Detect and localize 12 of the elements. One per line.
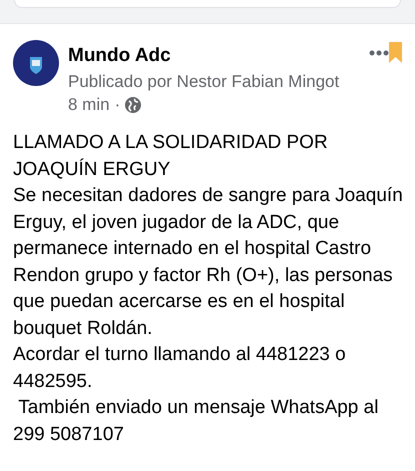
- post-time[interactable]: 8 min: [68, 94, 110, 116]
- post-paragraph: Se necesitan dadores de sangre para Joaquín Erguy, el joven jugador de la ADC, que permanece internado en el hospital Castro Rendon grupo y factor Rh (O+), las personas que puedan acercarse es en el hospital bouquet Roldán.: [13, 184, 404, 340]
- globe-icon: [125, 97, 142, 113]
- separator-dot: ·: [114, 94, 120, 116]
- post-paragraph: Acordar el turno llamando al 4481223 o 4482595.: [13, 343, 347, 394]
- avatar-icon[interactable]: [13, 40, 59, 86]
- post-paragraph: LLAMADO A LA SOLIDARIDAD POR JOAQUÍN ERGUY: [13, 131, 329, 182]
- more-icon[interactable]: [369, 50, 389, 56]
- byline-text: Publicado por Nestor Fabian Mingot: [68, 71, 340, 93]
- post-paragraph: También enviado un mensaje WhatsApp al 299 5087107: [13, 396, 380, 446]
- page-name[interactable]: Mundo Adc: [68, 44, 369, 68]
- composer-field[interactable]: [14, 0, 401, 8]
